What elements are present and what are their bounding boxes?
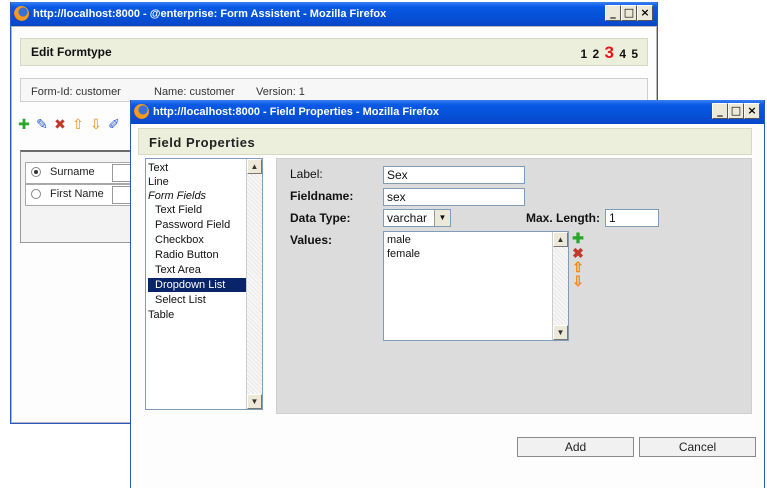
values-list[interactable]: male female ▲ ▼ [383, 231, 569, 341]
delete-icon[interactable]: ✖ [571, 246, 585, 260]
list-item[interactable]: Select List [155, 293, 206, 307]
step-indicator: 1 2 3 4 5 [581, 43, 640, 63]
firefox-icon [14, 6, 29, 21]
maximize-button[interactable]: □ [728, 103, 744, 119]
fieldname-caption: Fieldname: [290, 189, 354, 203]
edit-formtype-header: Edit Formtype 1 2 3 4 5 [20, 38, 648, 66]
steps-before[interactable]: 1 2 [581, 47, 605, 61]
list-item[interactable]: Text Field [155, 203, 202, 217]
form-id-text: Form-Id: customer [31, 86, 121, 98]
chevron-down-icon[interactable]: ▼ [434, 210, 450, 226]
window-title: http://localhost:8000 - Field Properties… [153, 106, 440, 118]
add-button[interactable]: Add [517, 437, 634, 457]
title-bar[interactable]: http://localhost:8000 - @enterprise: For… [11, 2, 657, 26]
firefox-icon [134, 104, 149, 119]
properties-panel: Label: Sex Fieldname: sex Data Type: var… [276, 158, 752, 414]
datatype-select[interactable]: varchar ▼ [383, 209, 451, 227]
list-item-selected[interactable]: Dropdown List [148, 278, 248, 292]
field-type-list[interactable]: Text Line Form Fields Text Field Passwor… [145, 158, 263, 410]
datatype-value: varchar [387, 211, 428, 225]
fieldname-input[interactable]: sex [383, 188, 525, 206]
scroll-up-icon[interactable]: ▲ [247, 159, 262, 174]
move-down-icon[interactable]: ⇩ [571, 274, 585, 288]
form-version-text: Version: 1 [256, 86, 305, 98]
list-item[interactable]: male [387, 234, 411, 246]
maxlength-input[interactable]: 1 [605, 209, 659, 227]
values-scrollbar[interactable]: ▲ ▼ [552, 232, 568, 340]
window-title: http://localhost:8000 - @enterprise: For… [33, 8, 387, 20]
edit-form-icon[interactable]: ✐ [106, 116, 122, 132]
edit-icon[interactable]: ✎ [34, 116, 50, 132]
scroll-down-icon[interactable]: ▼ [553, 325, 568, 340]
row-label: First Name [50, 188, 104, 200]
window-controls: _ □ × [605, 5, 653, 22]
current-step: 3 [604, 43, 615, 62]
scroll-down-icon[interactable]: ▼ [247, 394, 262, 409]
window-controls: _ □ × [712, 103, 760, 120]
close-button[interactable]: × [637, 5, 653, 21]
list-item[interactable]: Line [148, 175, 169, 189]
list-item[interactable]: female [387, 248, 420, 260]
form-info-bar: Form-Id: customer Name: customer Version… [20, 78, 648, 102]
page-title: Edit Formtype [31, 45, 112, 59]
list-item[interactable]: Radio Button [155, 248, 219, 262]
add-icon[interactable]: ✚ [571, 231, 585, 245]
list-item[interactable]: Table [148, 308, 174, 322]
steps-after[interactable]: 4 5 [615, 47, 639, 61]
move-up-icon[interactable]: ⇧ [571, 260, 585, 274]
add-icon[interactable]: ✚ [16, 116, 32, 132]
form-name-text: Name: customer [154, 86, 235, 98]
list-item[interactable]: Password Field [155, 218, 230, 232]
row-radio[interactable] [31, 189, 41, 199]
list-item[interactable]: Text [148, 161, 168, 175]
minimize-button[interactable]: _ [605, 5, 621, 21]
page-title: Field Properties [149, 135, 256, 150]
field-toolbar: ✚ ✎ ✖ ⇧ ⇩ ✐ [16, 116, 122, 132]
title-bar[interactable]: http://localhost:8000 - Field Properties… [131, 100, 764, 124]
scroll-up-icon[interactable]: ▲ [553, 232, 568, 247]
close-button[interactable]: × [744, 103, 760, 119]
list-item[interactable]: Text Area [155, 263, 201, 277]
list-scrollbar[interactable]: ▲ ▼ [246, 159, 262, 409]
maximize-button[interactable]: □ [621, 5, 637, 21]
label-input[interactable]: Sex [383, 166, 525, 184]
field-properties-header: Field Properties [138, 128, 752, 155]
cancel-button[interactable]: Cancel [639, 437, 756, 457]
list-item[interactable]: Form Fields [148, 189, 206, 203]
row-radio[interactable] [31, 167, 41, 177]
row-label: Surname [50, 166, 95, 178]
delete-icon[interactable]: ✖ [52, 116, 68, 132]
datatype-caption: Data Type: [290, 211, 351, 225]
field-properties-window: http://localhost:8000 - Field Properties… [130, 100, 765, 488]
page-content: Field Properties Text Line Form Fields T… [131, 124, 764, 488]
minimize-button[interactable]: _ [712, 103, 728, 119]
label-caption: Label: [290, 167, 323, 181]
values-caption: Values: [290, 233, 333, 247]
maxlength-caption: Max. Length: [526, 211, 600, 225]
list-item[interactable]: Checkbox [155, 233, 204, 247]
move-down-icon[interactable]: ⇩ [88, 116, 104, 132]
move-up-icon[interactable]: ⇧ [70, 116, 86, 132]
